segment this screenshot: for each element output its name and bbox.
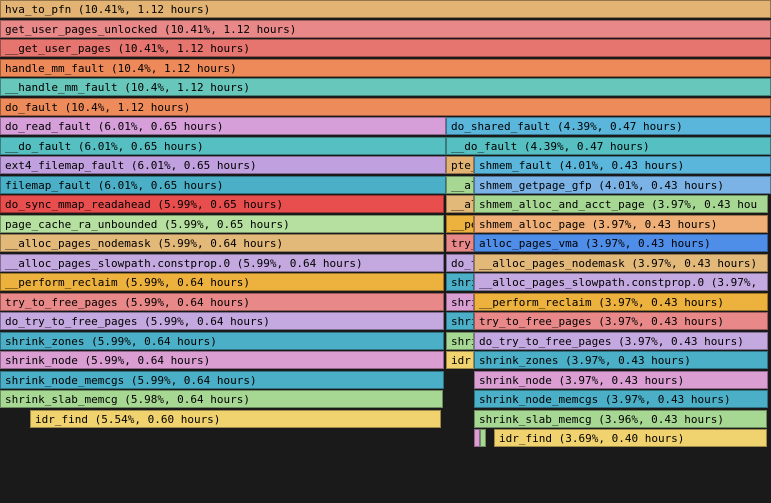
stack-frame[interactable]: get_user_pages_unlocked (10.41%, 1.12 ho… xyxy=(0,20,771,38)
stack-frame[interactable]: try_ xyxy=(446,234,474,252)
stack-frame[interactable]: __alloc_pages_nodemask (3.97%, 0.43 hour… xyxy=(474,254,768,272)
stack-frame[interactable]: do_shared_fault (4.39%, 0.47 hours) xyxy=(446,117,771,135)
stack-frame[interactable]: shrink_slab_memcg (3.96%, 0.43 hours) xyxy=(474,410,767,428)
stack-frame[interactable]: shri xyxy=(446,332,474,350)
stack-frame[interactable]: shri xyxy=(446,312,474,330)
stack-frame[interactable]: shrink_node (5.99%, 0.64 hours) xyxy=(0,351,444,369)
stack-frame[interactable]: __alloc_pages_slowpath.constprop.0 (3.97… xyxy=(474,273,768,291)
stack-frame[interactable]: idr_find (3.69%, 0.40 hours) xyxy=(494,429,767,447)
stack-frame[interactable]: do_read_fault (6.01%, 0.65 hours) xyxy=(0,117,446,135)
stack-frame[interactable]: handle_mm_fault (10.4%, 1.12 hours) xyxy=(0,59,771,77)
stack-frame[interactable]: page_cache_ra_unbounded (5.99%, 0.65 hou… xyxy=(0,215,444,233)
stack-frame[interactable]: try_to_free_pages (5.99%, 0.64 hours) xyxy=(0,293,444,311)
stack-frame[interactable]: try_to_free_pages (3.97%, 0.43 hours) xyxy=(474,312,768,330)
stack-frame[interactable]: pte_ xyxy=(446,156,474,174)
stack-frame[interactable]: shmem_fault (4.01%, 0.43 hours) xyxy=(474,156,771,174)
stack-frame[interactable]: __al xyxy=(446,195,474,213)
stack-frame[interactable]: hva_to_pfn (10.41%, 1.12 hours) xyxy=(0,0,771,18)
stack-frame[interactable]: __alloc_pages_nodemask (5.99%, 0.64 hour… xyxy=(0,234,444,252)
stack-frame[interactable]: alloc_pages_vma (3.97%, 0.43 hours) xyxy=(474,234,768,252)
stack-frame[interactable]: shrink_zones (3.97%, 0.43 hours) xyxy=(474,351,768,369)
flamegraph: hva_to_pfn (10.41%, 1.12 hours) get_user_… xyxy=(0,0,771,503)
stack-frame[interactable]: shri xyxy=(446,293,474,311)
stack-frame[interactable]: shmem_alloc_page (3.97%, 0.43 hours) xyxy=(474,215,768,233)
stack-frame[interactable]: shri xyxy=(446,273,474,291)
stack-frame[interactable]: shmem_getpage_gfp (4.01%, 0.43 hours) xyxy=(474,176,771,194)
stack-frame[interactable]: __get_user_pages (10.41%, 1.12 hours) xyxy=(0,39,771,57)
stack-frame[interactable]: do_t xyxy=(446,254,474,272)
stack-frame[interactable]: do_sync_mmap_readahead (5.99%, 0.65 hour… xyxy=(0,195,444,213)
stack-frame[interactable]: do_try_to_free_pages (5.99%, 0.64 hours) xyxy=(0,312,444,330)
stack-frame[interactable]: shrink_slab_memcg (5.98%, 0.64 hours) xyxy=(0,390,443,408)
stack-frame[interactable] xyxy=(480,429,486,447)
stack-frame[interactable]: shrink_zones (5.99%, 0.64 hours) xyxy=(0,332,444,350)
stack-frame[interactable]: idr_find (5.54%, 0.60 hours) xyxy=(30,410,441,428)
stack-frame[interactable]: do_fault (10.4%, 1.12 hours) xyxy=(0,98,771,116)
stack-frame[interactable]: __perform_reclaim (3.97%, 0.43 hours) xyxy=(474,293,768,311)
stack-frame[interactable]: shmem_alloc_and_acct_page (3.97%, 0.43 h… xyxy=(474,195,768,213)
stack-frame[interactable]: filemap_fault (6.01%, 0.65 hours) xyxy=(0,176,446,194)
stack-frame[interactable]: __pe xyxy=(446,215,474,233)
stack-frame[interactable]: __do_fault (4.39%, 0.47 hours) xyxy=(446,137,771,155)
stack-frame[interactable]: __perform_reclaim (5.99%, 0.64 hours) xyxy=(0,273,444,291)
stack-frame[interactable]: __alloc_pages_slowpath.constprop.0 (5.99… xyxy=(0,254,444,272)
stack-frame[interactable]: idr xyxy=(446,351,474,369)
stack-frame[interactable]: shrink_node (3.97%, 0.43 hours) xyxy=(474,371,768,389)
stack-frame[interactable]: do_try_to_free_pages (3.97%, 0.43 hours) xyxy=(474,332,768,350)
stack-frame[interactable]: __al xyxy=(446,176,474,194)
stack-frame[interactable]: __handle_mm_fault (10.4%, 1.12 hours) xyxy=(0,78,771,96)
stack-frame[interactable]: ext4_filemap_fault (6.01%, 0.65 hours) xyxy=(0,156,446,174)
stack-frame[interactable]: shrink_node_memcgs (5.99%, 0.64 hours) xyxy=(0,371,444,389)
stack-frame[interactable]: shrink_node_memcgs (3.97%, 0.43 hours) xyxy=(474,390,768,408)
stack-frame[interactable]: __do_fault (6.01%, 0.65 hours) xyxy=(0,137,446,155)
